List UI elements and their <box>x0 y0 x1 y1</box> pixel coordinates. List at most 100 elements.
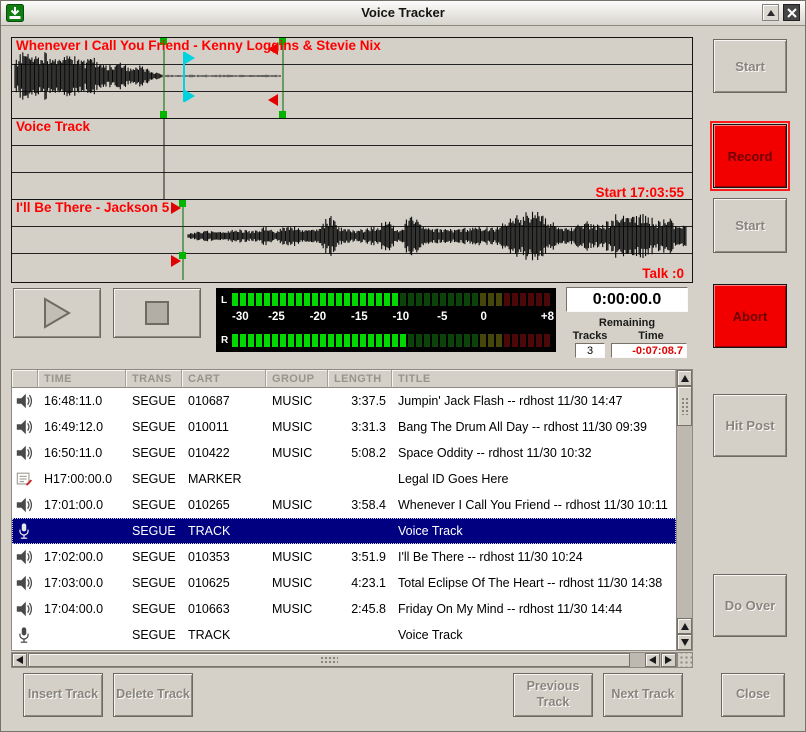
track-panel-music-before[interactable]: Whenever I Call You Friend - Kenny Loggi… <box>11 37 693 121</box>
microphone-icon <box>12 522 38 540</box>
start-button-1[interactable]: Start <box>713 39 787 93</box>
table-row[interactable]: 16:48:11.0SEGUE010687MUSIC3:37.5Jumpin' … <box>12 388 676 414</box>
stop-icon <box>143 299 171 327</box>
shade-button[interactable] <box>762 4 779 21</box>
grid-line <box>12 172 692 173</box>
chevron-up-icon <box>767 10 775 16</box>
horizontal-scrollbar-thumb[interactable] <box>28 653 630 667</box>
meter-scale-label: +8 <box>541 311 554 323</box>
track-panel-voice[interactable]: Voice Track Start 17:03:55 <box>11 118 693 202</box>
cell-cart: 010265 <box>182 498 266 512</box>
column-header-time[interactable]: TIME <box>38 370 126 388</box>
column-header-icon[interactable] <box>12 370 38 388</box>
table-row[interactable]: 16:49:12.0SEGUE010011MUSIC3:31.3Bang The… <box>12 414 676 440</box>
scroll-left-button[interactable] <box>12 653 27 667</box>
scroll-left-button-2[interactable] <box>645 653 660 667</box>
table-row[interactable]: SEGUETRACKVoice Track <box>12 518 676 544</box>
previous-track-button[interactable]: Previous Track <box>513 673 593 717</box>
meter-scale: -30-25-20-15-10-50+8 <box>232 310 554 328</box>
speaker-icon <box>12 574 38 592</box>
cell-length: 3:37.5 <box>328 394 392 408</box>
cell-group: MUSIC <box>266 576 328 590</box>
cell-length: 4:23.1 <box>328 576 392 590</box>
titlebar[interactable]: Voice Tracker <box>1 1 805 26</box>
scroll-right-button[interactable] <box>661 653 676 667</box>
column-header-group[interactable]: GROUP <box>266 370 328 388</box>
meter-scale-label: -25 <box>268 311 285 323</box>
play-button[interactable] <box>13 288 101 338</box>
cell-time: 17:03:00.0 <box>38 576 126 590</box>
column-header-title[interactable]: TITLE <box>392 370 676 388</box>
do-over-button[interactable]: Do Over <box>713 574 787 637</box>
elapsed-time-display: 0:00:00.0 <box>566 287 688 312</box>
table-row[interactable]: 16:50:11.0SEGUE010422MUSIC5:08.2Space Od… <box>12 440 676 466</box>
cell-group: MUSIC <box>266 498 328 512</box>
cell-cart: TRACK <box>182 524 266 538</box>
cell-title: Whenever I Call You Friend -- rdhost 11/… <box>392 498 676 512</box>
table-header: TIME TRANS CART GROUP LENGTH TITLE <box>12 370 676 388</box>
cell-cart: 010422 <box>182 446 266 460</box>
vertical-scrollbar[interactable] <box>676 370 692 650</box>
column-header-trans[interactable]: TRANS <box>126 370 182 388</box>
arrow-down-icon <box>681 639 689 646</box>
table-row[interactable]: 17:04:00.0SEGUE010663MUSIC2:45.8Friday O… <box>12 596 676 622</box>
table-row[interactable]: 17:03:00.0SEGUE010625MUSIC4:23.1Total Ec… <box>12 570 676 596</box>
horizontal-scrollbar[interactable] <box>11 652 677 668</box>
track-panel-music-after[interactable]: I'll Be There - Jackson 5 Talk :0 <box>11 199 693 283</box>
arrow-up-icon <box>681 623 689 630</box>
cell-length: 3:51.9 <box>328 550 392 564</box>
table-row[interactable]: 17:02:00.0SEGUE010353MUSIC3:51.9I'll Be … <box>12 544 676 570</box>
meter-scale-label: -20 <box>310 311 327 323</box>
track-title: I'll Be There - Jackson 5 <box>16 200 169 215</box>
meter-scale-label: -15 <box>351 311 368 323</box>
cell-title: Jumpin' Jack Flash -- rdhost 11/30 14:47 <box>392 394 676 408</box>
insert-track-button[interactable]: Insert Track <box>23 673 103 717</box>
scroll-down-button[interactable] <box>677 634 692 650</box>
cell-trans: SEGUE <box>126 524 182 538</box>
marker-icon <box>12 470 38 488</box>
delete-track-button[interactable]: Delete Track <box>113 673 193 717</box>
abort-button[interactable]: Abort <box>713 284 787 348</box>
vertical-scrollbar-thumb[interactable] <box>677 386 692 426</box>
meter-right-bar <box>232 334 554 347</box>
cell-title: I'll Be There -- rdhost 11/30 10:24 <box>392 550 676 564</box>
table-row[interactable]: SEGUETRACK Voice Track <box>12 622 676 648</box>
speaker-icon <box>12 496 38 514</box>
arrow-left-icon <box>649 656 656 664</box>
cell-title: Space Oddity -- rdhost 11/30 10:32 <box>392 446 676 460</box>
track-title: Voice Track <box>16 119 90 134</box>
scroll-up-button[interactable] <box>677 370 692 386</box>
cell-group: MUSIC <box>266 394 328 408</box>
cell-time: 16:50:11.0 <box>38 446 126 460</box>
speaker-icon <box>12 392 38 410</box>
table-row[interactable]: H17:00:00.0SEGUEMARKERLegal ID Goes Here <box>12 466 676 492</box>
cell-group: MUSIC <box>266 446 328 460</box>
cell-trans: SEGUE <box>126 576 182 590</box>
cell-trans: SEGUE <box>126 394 182 408</box>
meter-left-bar <box>232 293 554 306</box>
close-window-button[interactable] <box>783 4 800 21</box>
scrollbar-corner <box>677 652 693 668</box>
cell-time: 17:01:00.0 <box>38 498 126 512</box>
cell-cart: TRACK <box>182 628 266 642</box>
table-row[interactable]: 17:01:00.0SEGUE010265MUSIC3:58.4Whenever… <box>12 492 676 518</box>
arrow-right-icon <box>665 656 672 664</box>
column-header-cart[interactable]: CART <box>182 370 266 388</box>
grid-line <box>12 64 692 65</box>
cell-title: Total Eclipse Of The Heart -- rdhost 11/… <box>392 576 676 590</box>
cell-title: Legal ID Goes Here <box>392 472 676 486</box>
cell-title: Friday On My Mind -- rdhost 11/30 14:44 <box>392 602 676 616</box>
scroll-up-button-2[interactable] <box>677 618 692 634</box>
next-track-button[interactable]: Next Track <box>603 673 683 717</box>
hit-post-button[interactable]: Hit Post <box>713 394 787 457</box>
cell-group: MUSIC <box>266 602 328 616</box>
start-button-2[interactable]: Start <box>713 198 787 253</box>
cell-time: 17:02:00.0 <box>38 550 126 564</box>
cell-title: Voice Track <box>392 628 676 642</box>
thumb-grip <box>681 397 689 415</box>
column-header-length[interactable]: LENGTH <box>328 370 392 388</box>
record-button[interactable]: Record <box>713 124 787 188</box>
cell-trans: SEGUE <box>126 628 182 642</box>
close-button[interactable]: Close <box>721 673 785 717</box>
stop-button[interactable] <box>113 288 201 338</box>
